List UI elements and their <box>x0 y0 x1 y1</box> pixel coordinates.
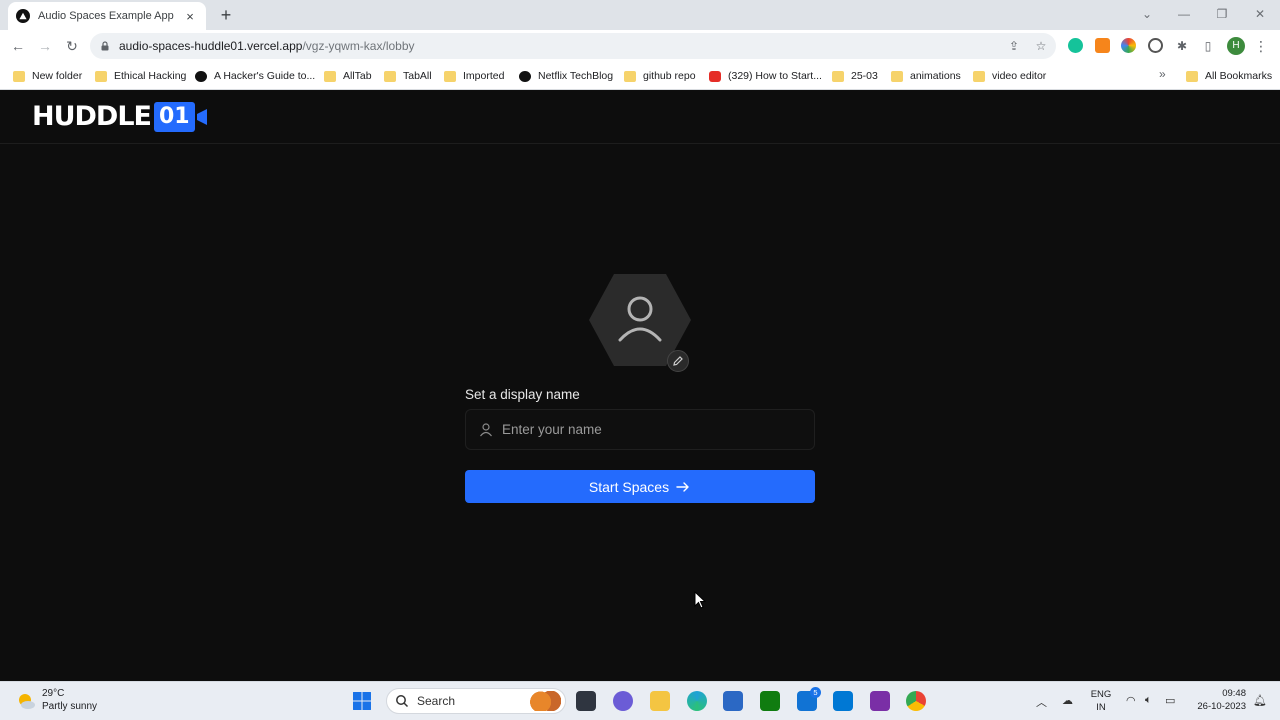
browser-toolbar: ← → ↻ audio-spaces-huddle01.vercel.app/v… <box>0 30 1280 62</box>
wifi-icon[interactable]: ◠ <box>1126 694 1136 707</box>
browser-tab-active[interactable]: Audio Spaces Example App × <box>8 2 206 30</box>
pencil-icon <box>673 356 683 366</box>
name-field[interactable] <box>465 409 815 450</box>
microsoft-store-icon[interactable] <box>723 691 743 711</box>
user-icon <box>480 422 492 436</box>
weather-sun-cloud-icon[interactable] <box>16 691 36 711</box>
app-header: HUDDLE 01 <box>0 91 1280 144</box>
medium-icon <box>195 70 207 82</box>
folder-icon <box>973 70 985 82</box>
bookmark-item[interactable]: Ethical Hacking <box>95 68 186 84</box>
start-spaces-button[interactable]: Start Spaces <box>465 470 815 503</box>
folder-icon <box>95 70 107 82</box>
folder-icon <box>1186 70 1198 82</box>
bookmark-item[interactable]: animations <box>891 68 961 84</box>
search-icon <box>396 695 409 708</box>
clock-time[interactable]: 09:48 <box>1190 688 1246 699</box>
youtube-icon <box>709 70 721 82</box>
bookmark-item[interactable]: AllTab <box>324 68 372 84</box>
vscode-icon[interactable] <box>833 691 853 711</box>
color-extension-icon[interactable] <box>1121 38 1136 53</box>
chrome-icon[interactable] <box>906 691 926 711</box>
notification-bell-icon[interactable]: 🔔︎ <box>1253 694 1267 707</box>
arrow-right-icon <box>676 481 689 492</box>
bookmark-star-icon[interactable]: ☆ <box>1033 38 1049 54</box>
back-arrow-icon[interactable]: ← <box>8 36 28 56</box>
windows-taskbar: 29°C Partly sunny Search 5 ︿ ☁ ENG IN ◠ … <box>0 681 1280 720</box>
bookmark-item[interactable]: video editor <box>973 68 1046 84</box>
camera-icon <box>196 109 207 125</box>
edit-avatar-button[interactable] <box>667 350 689 372</box>
lock-icon <box>101 41 109 51</box>
windows-start-icon[interactable] <box>352 691 372 711</box>
folder-icon <box>13 70 25 82</box>
name-input[interactable] <box>502 422 802 437</box>
browser-menu-icon[interactable]: ⋮ <box>1254 38 1268 54</box>
volume-icon[interactable]: 🔈︎ <box>1145 694 1152 707</box>
weather-description: Partly sunny <box>42 701 98 712</box>
folder-icon <box>891 70 903 82</box>
reload-icon[interactable]: ↻ <box>62 36 82 56</box>
bookmark-item[interactable]: Netflix TechBlog <box>519 68 613 84</box>
folder-icon <box>324 70 336 82</box>
tab-title: Audio Spaces Example App <box>38 10 174 22</box>
folder-icon <box>832 70 844 82</box>
language-indicator-top[interactable]: ENG <box>1090 689 1112 700</box>
new-tab-button[interactable]: + <box>216 5 236 25</box>
metamask-extension-icon[interactable] <box>1095 38 1110 53</box>
bookmark-item[interactable]: github repo <box>624 68 696 84</box>
grammarly-extension-icon[interactable] <box>1068 38 1083 53</box>
close-window-button[interactable]: ✕ <box>1250 4 1270 24</box>
forward-arrow-icon[interactable]: → <box>35 36 55 56</box>
minimize-button[interactable]: — <box>1174 4 1194 24</box>
xbox-icon[interactable] <box>760 691 780 711</box>
url-text: audio-spaces-huddle01.vercel.app/vgz-yqw… <box>119 39 415 53</box>
battery-icon[interactable]: ▭ <box>1165 694 1175 707</box>
medium-icon <box>519 70 531 82</box>
bookmark-item[interactable]: A Hacker's Guide to... <box>195 68 315 84</box>
profile-avatar[interactable]: H <box>1227 37 1245 55</box>
mouse-cursor-icon <box>694 591 706 609</box>
extensions-puzzle-icon[interactable]: ✱ <box>1174 38 1190 54</box>
bookmarks-bar: New folder Ethical Hacking A Hacker's Gu… <box>0 62 1280 90</box>
bookmark-item[interactable]: Imported <box>444 68 504 84</box>
onedrive-cloud-icon[interactable]: ☁ <box>1062 694 1073 707</box>
extension-icon[interactable] <box>1148 38 1163 53</box>
tab-close-icon[interactable]: × <box>182 9 198 24</box>
huddle01-logo[interactable]: HUDDLE 01 <box>32 101 207 133</box>
mail-badge: 5 <box>810 687 821 698</box>
display-name-label: Set a display name <box>465 387 580 402</box>
app-viewport: HUDDLE 01 Set a display name Start Space… <box>0 91 1280 681</box>
app-icon[interactable] <box>870 691 890 711</box>
side-panel-icon[interactable]: ▯ <box>1200 38 1216 54</box>
restore-button[interactable]: ❐ <box>1212 4 1232 24</box>
vercel-favicon-icon <box>16 9 30 23</box>
teams-chat-icon[interactable] <box>613 691 633 711</box>
folder-icon <box>624 70 636 82</box>
language-indicator-bottom[interactable]: IN <box>1090 702 1112 713</box>
avatar[interactable] <box>588 272 692 372</box>
edge-browser-icon[interactable] <box>687 691 707 711</box>
weather-temperature: 29°C <box>42 688 65 699</box>
tab-search-chevron-icon[interactable]: ⌄ <box>1137 4 1157 24</box>
bookmark-item[interactable]: 25-03 <box>832 68 878 84</box>
folder-icon <box>384 70 396 82</box>
show-hidden-icons-chevron-icon[interactable]: ︿ <box>1036 694 1047 710</box>
folder-icon <box>444 70 456 82</box>
bookmark-item[interactable]: TabAll <box>384 68 432 84</box>
all-bookmarks[interactable]: All Bookmarks <box>1186 68 1272 84</box>
address-bar[interactable]: audio-spaces-huddle01.vercel.app/vgz-yqw… <box>90 33 1056 59</box>
bookmark-item[interactable]: New folder <box>13 68 82 84</box>
share-icon[interactable]: ⇪ <box>1006 38 1022 54</box>
file-explorer-icon[interactable] <box>650 691 670 711</box>
bookmark-item[interactable]: (329) How to Start... <box>709 68 822 84</box>
browser-tab-strip: Audio Spaces Example App × + ⌄ — ❐ ✕ <box>0 0 1280 30</box>
task-view-icon[interactable] <box>576 691 596 711</box>
clock-date[interactable]: 26-10-2023 <box>1186 701 1246 712</box>
search-highlight-pumpkin-icon <box>527 691 561 711</box>
bookmarks-overflow-icon[interactable]: » <box>1159 67 1166 81</box>
